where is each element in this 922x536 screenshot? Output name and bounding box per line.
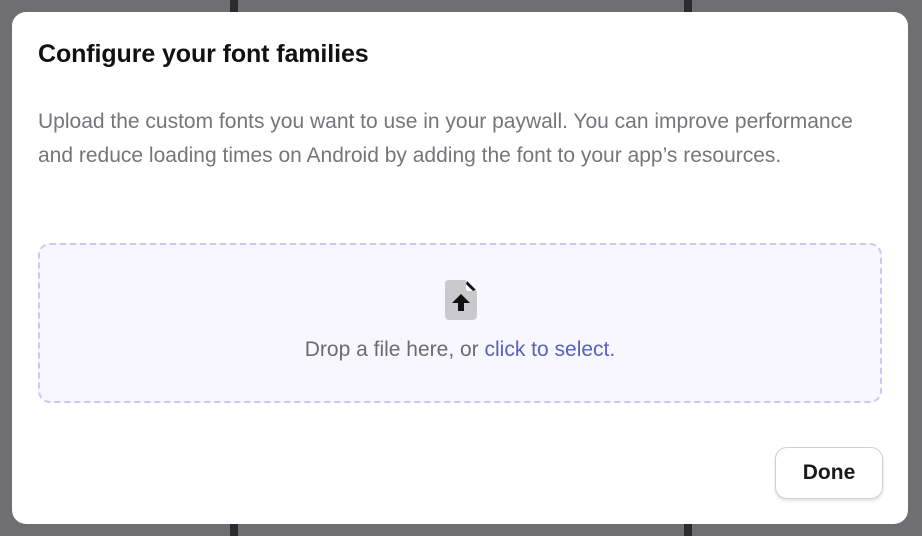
dropzone-prompt-text: Drop a file here, or (304, 338, 485, 361)
file-dropzone[interactable]: Drop a file here, or click to select. (38, 243, 882, 403)
background-divider (230, 522, 238, 536)
background-divider (684, 522, 692, 536)
dialog-title: Configure your font families (38, 40, 369, 68)
click-to-select-link[interactable]: click to select. (485, 338, 616, 361)
font-families-dialog: Configure your font families Upload the … (12, 12, 908, 524)
done-button[interactable]: Done (775, 447, 883, 499)
file-upload-icon (445, 280, 477, 320)
dialog-description: Upload the custom fonts you want to use … (38, 110, 853, 167)
dropzone-prompt: Drop a file here, or click to select. (40, 338, 880, 362)
